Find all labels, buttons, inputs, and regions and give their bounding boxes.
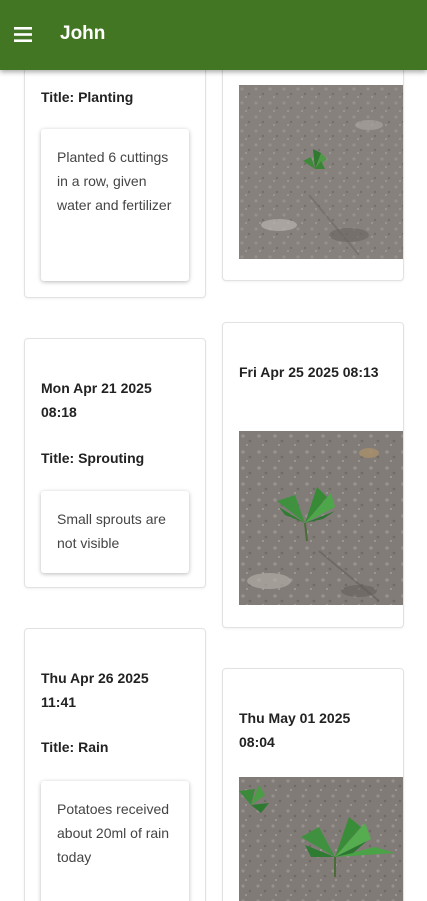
- card-note: Planted 6 cuttings in a row, given water…: [41, 129, 189, 281]
- photo-card[interactable]: [222, 50, 404, 281]
- card-note: Potatoes received about 20ml of rain tod…: [41, 781, 189, 901]
- journal-list[interactable]: Title: Planting Planted 6 cuttings in a …: [0, 0, 427, 901]
- photo-card[interactable]: Thu May 01 2025 08:04: [222, 668, 404, 901]
- card-title: Title: Sprouting: [41, 450, 145, 466]
- card-title: Title: Rain: [41, 739, 109, 755]
- journal-card[interactable]: Title: Planting Planted 6 cuttings in a …: [24, 50, 206, 298]
- card-date: Fri Apr 25 2025 08:13: [239, 364, 379, 380]
- app-title: John: [60, 23, 106, 44]
- card-date: Mon Apr 21 2025 08:18: [41, 380, 152, 420]
- soil-with-young-plants-photo: [239, 777, 403, 901]
- photo-card[interactable]: Fri Apr 25 2025 08:13: [222, 322, 404, 628]
- soil-with-small-sprout-photo: [239, 85, 403, 259]
- journal-card[interactable]: Thu Apr 26 2025 11:41 Title: Rain Potato…: [24, 628, 206, 901]
- card-date: Thu May 01 2025 08:04: [239, 710, 351, 750]
- menu-icon[interactable]: [12, 25, 36, 45]
- app-bar: John: [0, 0, 427, 70]
- journal-card[interactable]: Mon Apr 21 2025 08:18 Title: Sprouting S…: [24, 338, 206, 588]
- card-title: Title: Planting: [41, 89, 134, 105]
- soil-with-leafy-sprout-photo: [239, 431, 403, 605]
- card-note: Small sprouts are not visible: [41, 491, 189, 573]
- card-date: Thu Apr 26 2025 11:41: [41, 670, 149, 710]
